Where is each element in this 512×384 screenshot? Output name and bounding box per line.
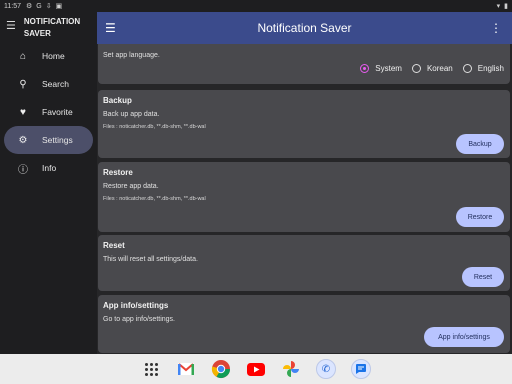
photos-icon[interactable] (281, 359, 301, 379)
sidebar-item-label: Home (42, 51, 65, 61)
menu-icon[interactable]: ☰ (6, 19, 16, 32)
reset-title: Reset (103, 241, 125, 250)
home-icon: ⌂ (19, 50, 27, 62)
language-radio-group: System Korean English (350, 64, 504, 73)
messages-icon[interactable] (351, 359, 371, 379)
restore-card: Restore Restore app data. Files : notica… (98, 162, 510, 232)
restore-files: Files : noticatcher.db, **.db-shm, **.db… (103, 196, 206, 202)
backup-title: Backup (103, 96, 132, 105)
backup-description: Back up app data. (103, 111, 160, 118)
backup-card: Backup Back up app data. Files : noticat… (98, 90, 510, 158)
status-bar: 11:57 ⚙ G ⇩ ▣ ▾ ▮ (0, 0, 512, 12)
taskbar: ✆ (0, 354, 512, 384)
radio-system-label[interactable]: System (375, 64, 402, 73)
radio-system[interactable] (360, 64, 370, 73)
sidebar-item-settings[interactable]: ⚙ Settings (4, 126, 93, 154)
app-bar: ☰ Notification Saver ⋮ (97, 12, 512, 44)
app-info-card: App info/settings Go to app info/setting… (98, 295, 510, 353)
sidebar-item-label: Settings (42, 135, 73, 145)
app-bar-title: Notification Saver (257, 21, 352, 35)
sidebar-item-favorite[interactable]: ♥ Favorite (4, 98, 93, 126)
backup-button[interactable]: Backup (456, 134, 504, 154)
app-drawer-icon[interactable] (141, 359, 161, 379)
gmail-icon[interactable] (176, 359, 196, 379)
app-info-description: Go to app info/settings. (103, 316, 175, 323)
reset-button[interactable]: Reset (462, 267, 504, 287)
wifi-icon: ▾ (496, 3, 501, 10)
battery-icon: ▮ (504, 3, 508, 10)
language-card: Set app language. System Korean English (98, 44, 510, 84)
heart-icon: ♥ (20, 106, 26, 118)
drawer-header: ☰ NOTIFICATION SAVER (0, 12, 97, 42)
radio-korean[interactable] (411, 64, 421, 73)
calendar-icon: ▣ (55, 3, 63, 10)
backup-files: Files : noticatcher.db, **.db-shm, **.db… (103, 124, 206, 130)
more-options-icon[interactable]: ⋮ (490, 21, 502, 35)
sidebar-item-label: Favorite (42, 107, 73, 117)
language-description: Set app language. (103, 52, 160, 59)
settings-list[interactable]: Set app language. System Korean English … (97, 44, 512, 354)
gear-icon: ⚙ (18, 134, 28, 146)
info-icon: ⓘ (18, 164, 28, 176)
radio-english-label[interactable]: English (478, 64, 504, 73)
reset-card: Reset This will reset all settings/data.… (98, 235, 510, 291)
phone-icon[interactable]: ✆ (316, 359, 336, 379)
restore-title: Restore (103, 168, 133, 177)
restore-description: Restore app data. (103, 183, 159, 190)
sidebar-item-label: Info (42, 163, 57, 173)
restore-button[interactable]: Restore (456, 207, 504, 227)
radio-korean-label[interactable]: Korean (427, 64, 453, 73)
youtube-icon[interactable] (246, 359, 266, 379)
sidebar-item-info[interactable]: ⓘ Info (4, 154, 93, 182)
sidebar-item-home[interactable]: ⌂ Home (4, 42, 93, 70)
download-icon: ⇩ (45, 3, 52, 10)
app-info-title: App info/settings (103, 301, 169, 310)
radio-english[interactable] (462, 64, 472, 73)
status-time: 11:57 (4, 2, 21, 10)
reset-description: This will reset all settings/data. (103, 256, 198, 263)
drawer-title-line1: NOTIFICATION (23, 17, 81, 26)
google-icon: G (36, 2, 42, 10)
chrome-icon[interactable] (211, 359, 231, 379)
settings-icon: ⚙ (26, 3, 33, 10)
navigation-drawer: ☰ NOTIFICATION SAVER ⌂ Home ⚲ Search ♥ F… (0, 12, 97, 354)
sidebar-item-label: Search (42, 79, 69, 89)
drawer-title: NOTIFICATION SAVER (24, 16, 80, 40)
search-icon: ⚲ (19, 78, 27, 90)
sidebar-item-search[interactable]: ⚲ Search (4, 70, 93, 98)
app-info-button[interactable]: App info/settings (424, 327, 504, 347)
drawer-title-line2: SAVER (23, 29, 51, 38)
